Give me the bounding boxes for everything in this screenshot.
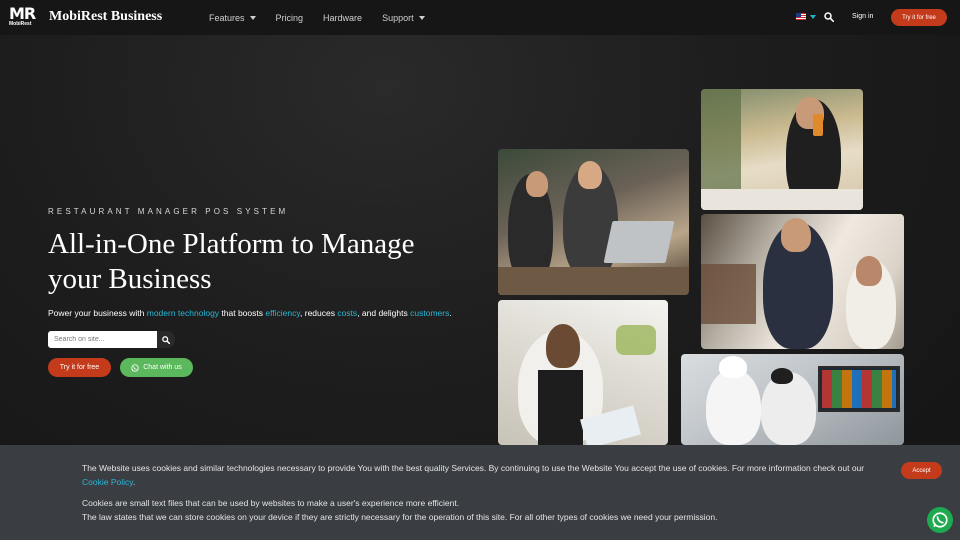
try-free-nav-button[interactable]: Try it for free (891, 9, 947, 26)
top-navbar: MR MobiRest MobiRest Business Features P… (0, 0, 960, 35)
logo-mark: MR (9, 4, 36, 23)
sign-in-link[interactable]: Sign in (852, 13, 873, 20)
highlight-costs: costs (337, 308, 358, 318)
cookie-text-main: The Website uses cookies and similar tec… (82, 461, 882, 489)
cookie-text: The Website uses cookies and similar tec… (82, 463, 865, 473)
highlight-modern-technology: modern technology (146, 308, 220, 318)
photo-chefs-screen (681, 354, 904, 445)
menu-item-pricing[interactable]: Pricing (276, 13, 304, 23)
search-icon (162, 335, 170, 344)
chevron-down-icon (418, 15, 425, 20)
main-menu: Features Pricing Hardware Support (209, 0, 425, 35)
cookie-text-law: The law states that we can store cookies… (82, 512, 718, 522)
cookie-text: . (132, 477, 136, 487)
subtitle-text: , and delights (357, 308, 411, 318)
hero-headline: All-in-One Platform to Manage your Busin… (48, 228, 415, 295)
whatsapp-icon (131, 363, 139, 372)
us-flag-icon[interactable] (796, 13, 806, 20)
highlight-customers: customers (410, 308, 450, 318)
accept-cookies-button[interactable]: Accept (901, 462, 942, 479)
hero-subtitle: Power your business with modern technolo… (48, 308, 452, 318)
menu-item-hardware[interactable]: Hardware (323, 13, 362, 23)
photo-waitress-serving (701, 214, 904, 349)
whatsapp-float-button[interactable] (927, 507, 953, 533)
highlight-efficiency: efficiency (265, 308, 301, 318)
brand-name[interactable]: MobiRest Business (49, 9, 162, 25)
chat-button-label: Chat with us (143, 364, 182, 371)
whatsapp-icon (932, 512, 948, 528)
chevron-down-icon (249, 15, 256, 20)
subtitle-text: Power your business with (48, 308, 147, 318)
cookie-text-definition: Cookies are small text files that can be… (82, 498, 460, 508)
site-search-input[interactable] (48, 331, 158, 348)
menu-item-support[interactable]: Support (382, 13, 425, 23)
try-free-button[interactable]: Try it for free (48, 358, 111, 377)
chat-with-us-button[interactable]: Chat with us (120, 358, 193, 377)
chevron-down-icon[interactable] (810, 15, 816, 19)
cookie-policy-link[interactable]: Cookie Policy (82, 477, 133, 487)
photo-woman-drink (701, 89, 863, 210)
menu-item-label: Pricing (275, 12, 304, 23)
hero-eyebrow: RESTAURANT MANAGER POS SYSTEM (48, 207, 289, 216)
logo-subtext: MobiRest (9, 21, 32, 27)
logo[interactable]: MR MobiRest (9, 4, 41, 29)
cookie-banner: The Website uses cookies and similar tec… (0, 445, 960, 540)
subtitle-text: . (449, 308, 452, 318)
search-icon[interactable] (824, 12, 834, 22)
menu-item-label: Features (209, 12, 245, 23)
photo-couple-laptop (498, 149, 689, 295)
photo-woman-tablet (498, 300, 668, 445)
menu-item-label: Hardware (323, 12, 363, 23)
site-search-button[interactable] (157, 331, 175, 348)
menu-item-label: Support (382, 12, 414, 23)
subtitle-text: , reduces (300, 308, 338, 318)
menu-item-features[interactable]: Features (209, 13, 256, 23)
subtitle-text: that boosts (219, 308, 266, 318)
